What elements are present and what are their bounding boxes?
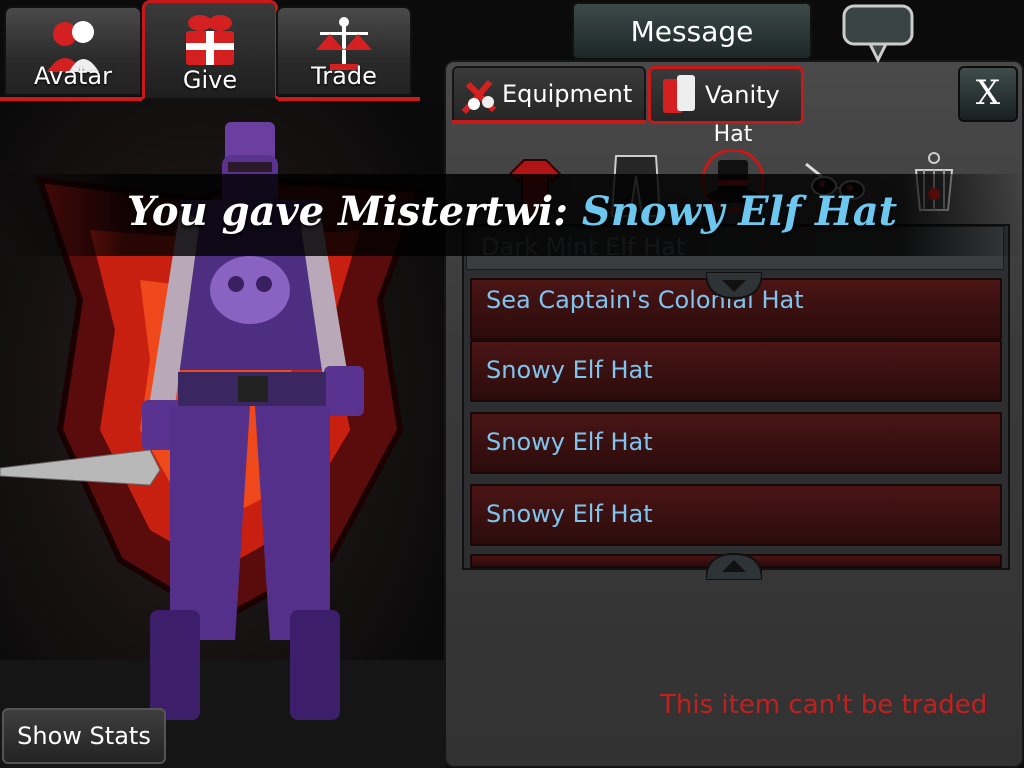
equipment-icon — [461, 80, 497, 114]
list-item[interactable]: Snowy Elf Hat — [470, 412, 1002, 474]
list-item-label: Snowy Elf Hat — [486, 500, 653, 528]
list-item-label: Snowy Elf Hat — [486, 356, 653, 384]
scroll-up-button[interactable] — [706, 552, 762, 580]
tab-underline — [0, 97, 142, 101]
status-message: This item can't be traded — [660, 690, 988, 720]
message-button[interactable]: Message — [572, 2, 812, 60]
close-button[interactable]: X — [958, 66, 1018, 122]
tab-trade-label: Trade — [311, 62, 377, 90]
chat-bubble-icon[interactable] — [842, 4, 914, 64]
tab-vanity[interactable]: Vanity — [648, 66, 804, 124]
tab-underline — [278, 97, 420, 101]
tab-trade[interactable]: Trade — [276, 6, 412, 96]
tab-give-label: Give — [182, 66, 238, 94]
tab-vanity-label: Vanity — [705, 81, 780, 109]
list-item[interactable]: Snowy Elf Hat — [470, 484, 1002, 546]
tab-equipment-label: Equipment — [502, 80, 633, 108]
toast-prefix: You gave Mistertwi: — [126, 188, 582, 235]
tab-equipment[interactable]: Equipment — [452, 66, 646, 124]
tab-avatar[interactable]: Avatar — [4, 6, 142, 96]
tab-give[interactable]: Give — [142, 0, 278, 100]
tab-avatar-label: Avatar — [34, 62, 112, 90]
toast-item-name: Snowy Elf Hat — [581, 188, 898, 235]
list-item[interactable]: Snowy Elf Hat — [470, 340, 1002, 402]
category-label: Hat — [713, 122, 753, 147]
gift-icon — [186, 15, 234, 65]
scroll-down-button[interactable] — [706, 272, 762, 300]
show-stats-button[interactable]: Show Stats — [2, 708, 166, 764]
tab-underline — [452, 120, 646, 124]
top-tab-bar: Avatar Give Trade — [0, 0, 420, 102]
toast-notification: You gave Mistertwi: Snowy Elf Hat — [0, 188, 1024, 235]
list-item-label: Snowy Elf Hat — [486, 428, 653, 456]
vanity-icon — [663, 75, 695, 113]
